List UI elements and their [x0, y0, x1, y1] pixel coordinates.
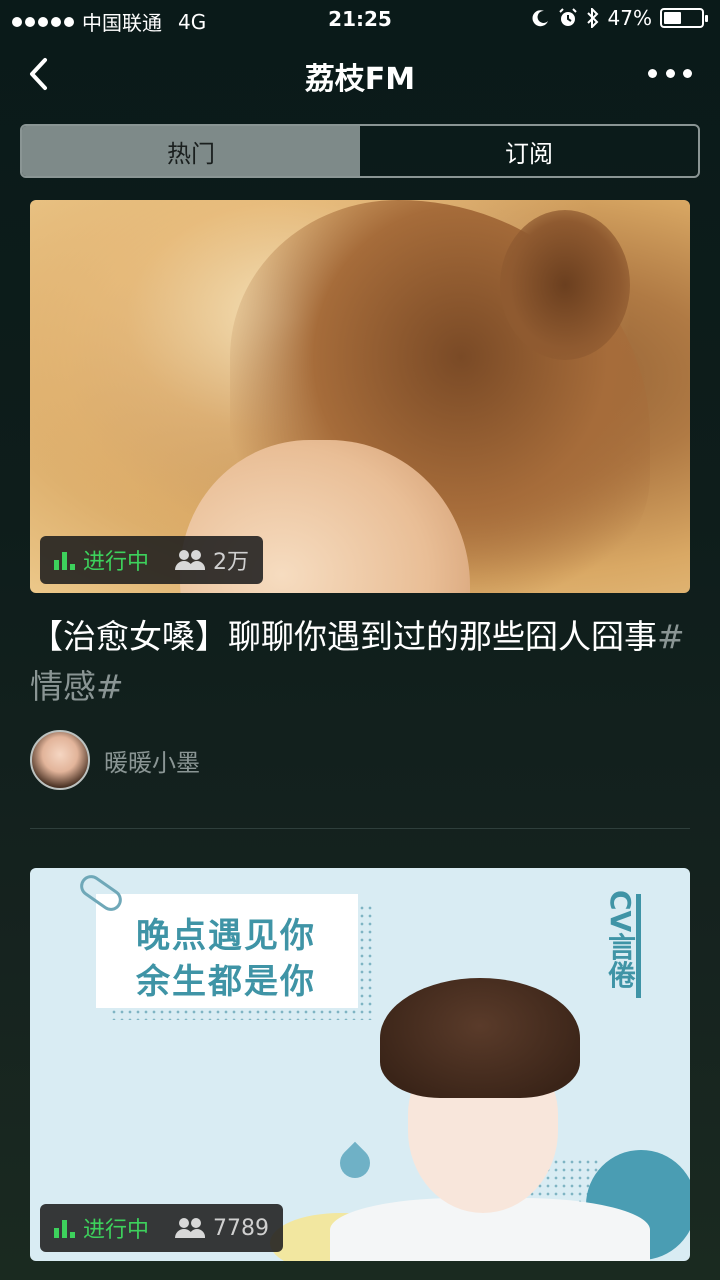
alarm-icon: [558, 8, 577, 26]
divider: [30, 828, 690, 829]
live-status-badge: 进行中 2万: [40, 536, 264, 584]
more-button[interactable]: [648, 58, 692, 88]
live-status-badge: 进行中 7789: [40, 1204, 284, 1252]
battery-icon: [660, 8, 708, 28]
cover-text-line: 晚点遇见你: [136, 916, 316, 956]
listeners-icon: [175, 1218, 206, 1238]
cover-text-line: 余生都是你: [136, 962, 316, 1002]
card-title[interactable]: 【治愈女嗓】聊聊你遇到过的那些囧人囧事#情感#: [30, 612, 690, 712]
live-bars-icon: [54, 1218, 75, 1238]
battery-percent: 47%: [607, 6, 652, 30]
status-bar: 中国联通 4G 21:25 47%: [0, 0, 720, 40]
quote-box: 晚点遇见你 余生都是你: [96, 894, 358, 1008]
listeners-icon: [175, 550, 206, 570]
more-dot-icon: [648, 68, 657, 78]
segmented-tabs: 热门 订阅: [20, 124, 700, 178]
cover-decoration: [333, 1141, 377, 1185]
cover-side-text: CV言倦: [604, 890, 637, 989]
author-row[interactable]: 暖暖小墨: [30, 730, 200, 790]
live-card-cover[interactable]: 晚点遇见你 余生都是你 CV言倦 进行中 7789: [30, 868, 690, 1261]
bluetooth-icon: [586, 8, 598, 28]
more-dot-icon: [683, 68, 692, 78]
live-status-text: 进行中: [83, 1218, 150, 1243]
avatar[interactable]: [30, 730, 90, 790]
nav-bar: 荔枝FM: [0, 40, 720, 106]
status-right: 47%: [532, 6, 708, 30]
illustration-hair: [380, 978, 580, 1098]
moon-icon: [532, 10, 548, 27]
live-bars-icon: [54, 550, 75, 570]
tab-subscribed[interactable]: 订阅: [360, 126, 698, 176]
cover-photo-bun: [500, 210, 630, 360]
author-name: 暖暖小墨: [104, 748, 200, 777]
card-title-main: 【治愈女嗓】聊聊你遇到过的那些囧人囧事: [30, 617, 657, 656]
more-dot-icon: [665, 68, 675, 78]
listener-count: 2万: [213, 550, 250, 575]
live-status-text: 进行中: [83, 550, 150, 575]
live-card-cover[interactable]: 进行中 2万: [30, 200, 690, 593]
page-title: 荔枝FM: [304, 62, 416, 97]
listener-count: 7789: [213, 1215, 270, 1241]
cover-illustration: [380, 978, 580, 1218]
tab-hot[interactable]: 热门: [22, 126, 360, 176]
